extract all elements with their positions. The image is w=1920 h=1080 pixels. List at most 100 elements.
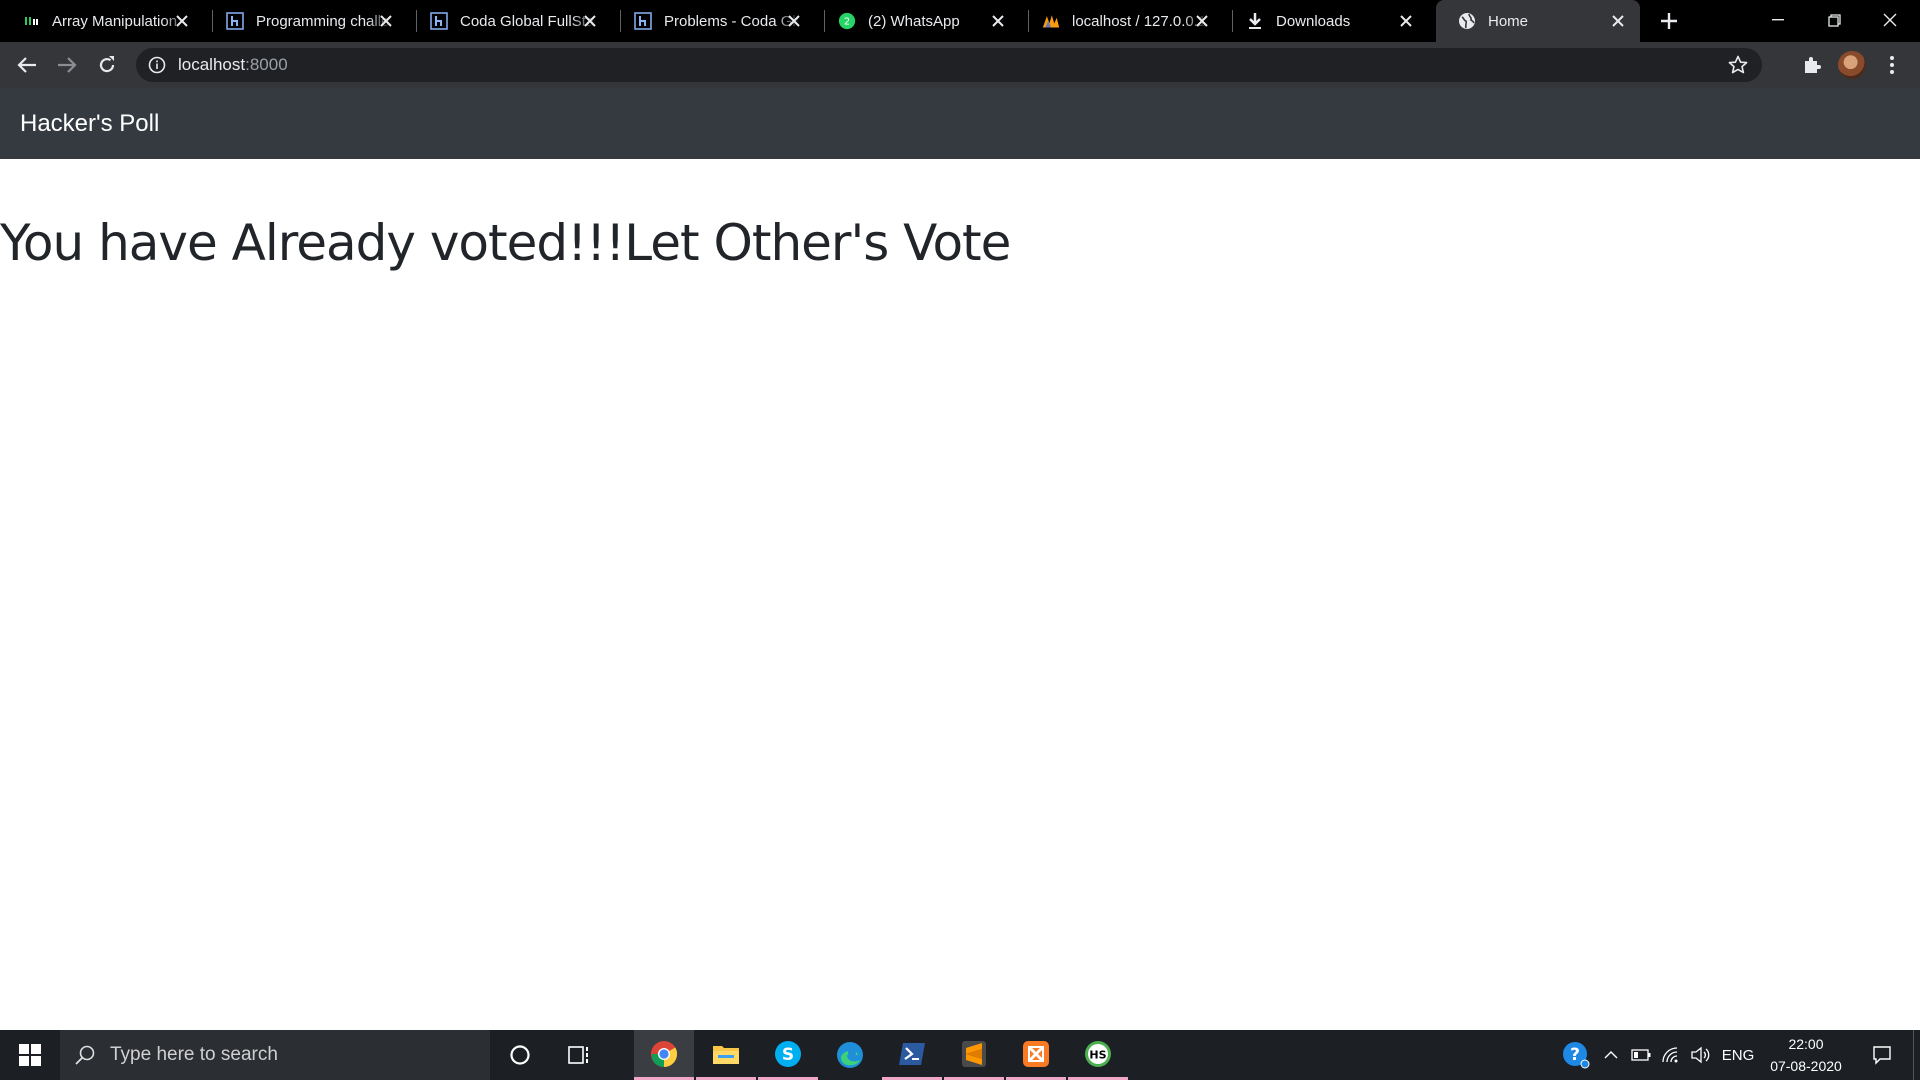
hackerearth-icon — [634, 12, 652, 30]
file-explorer-icon — [713, 1045, 739, 1064]
profile-avatar[interactable] — [1838, 51, 1866, 79]
cortana-button[interactable] — [490, 1030, 550, 1080]
minimize-icon — [1772, 19, 1784, 21]
tab-downloads[interactable]: Downloads — [1224, 0, 1428, 42]
tab-title: Array Manipulation — [52, 12, 178, 30]
whatsapp-icon: 2 — [838, 12, 856, 30]
help-tray-button[interactable]: ? — [1558, 1030, 1594, 1080]
close-icon[interactable] — [172, 11, 192, 31]
close-icon[interactable] — [1192, 11, 1212, 31]
close-icon[interactable] — [784, 11, 804, 31]
back-button[interactable] — [11, 49, 43, 81]
close-icon[interactable] — [580, 11, 600, 31]
battery-button[interactable] — [1628, 1030, 1654, 1080]
network-button[interactable] — [1658, 1030, 1684, 1080]
close-icon[interactable] — [988, 11, 1008, 31]
forward-button[interactable] — [51, 49, 83, 81]
hackerearth-icon — [430, 12, 448, 30]
taskbar-search-box[interactable]: Type here to search — [60, 1030, 490, 1080]
tab-title: Home — [1488, 12, 1529, 30]
bookmark-star-icon[interactable] — [1728, 55, 1748, 75]
svg-text:2: 2 — [844, 17, 850, 28]
hs-app-icon: HS — [1085, 1040, 1111, 1067]
reload-button[interactable] — [91, 49, 123, 81]
taskbar-chrome[interactable] — [634, 1030, 694, 1080]
restore-button[interactable] — [1806, 0, 1862, 40]
language-label: ENG — [1721, 1046, 1755, 1064]
close-icon[interactable] — [1396, 11, 1416, 31]
tab-programming-challenges[interactable]: Programming challenges — [204, 0, 408, 42]
wifi-icon — [1662, 1047, 1678, 1063]
chrome-icon — [651, 1040, 678, 1067]
tab-title: Downloads — [1276, 12, 1351, 30]
tab-phpmyadmin[interactable]: localhost / 127.0.0.1 — [1020, 0, 1224, 42]
clock-date: 07-08-2020 — [1770, 1058, 1842, 1074]
info-icon[interactable] — [148, 56, 166, 74]
minimize-button[interactable] — [1750, 0, 1806, 40]
powershell-icon — [899, 1042, 925, 1065]
tab-problems-coda-global[interactable]: Problems - Coda Global — [612, 0, 816, 42]
hackerrank-icon — [22, 12, 40, 30]
windows-logo-icon — [19, 1044, 41, 1066]
task-view-button[interactable] — [550, 1030, 610, 1080]
battery-icon — [1631, 1049, 1651, 1061]
plus-icon — [1661, 13, 1677, 29]
navbar-brand[interactable]: Hacker's Poll — [20, 88, 159, 159]
close-icon[interactable] — [1608, 11, 1628, 31]
cortana-icon — [510, 1045, 530, 1065]
tab-strip: Array Manipulation Programming challenge… — [0, 0, 1920, 42]
url-port: :8000 — [245, 55, 288, 74]
action-center-icon — [1873, 1046, 1891, 1065]
taskbar-skype[interactable]: S — [758, 1030, 818, 1080]
url-text[interactable]: localhost:8000 — [178, 48, 288, 82]
search-icon — [75, 1045, 95, 1065]
puzzle-icon — [1805, 57, 1821, 73]
tab-title: Programming challenges — [256, 12, 392, 30]
speaker-icon — [1691, 1046, 1710, 1064]
show-desktop-button[interactable] — [1913, 1030, 1920, 1080]
svg-text:?: ? — [1570, 1045, 1580, 1065]
site-navbar: Hacker's Poll — [0, 88, 1920, 159]
help-icon: ? — [1563, 1042, 1590, 1069]
taskbar-edge[interactable] — [820, 1030, 880, 1080]
taskbar-xampp[interactable] — [1006, 1030, 1066, 1080]
skype-icon: S — [775, 1040, 801, 1067]
reload-icon — [99, 56, 115, 73]
globe-icon — [1458, 12, 1476, 30]
volume-button[interactable] — [1688, 1030, 1714, 1080]
task-view-icon — [568, 1046, 588, 1064]
phpmyadmin-icon — [1042, 12, 1060, 30]
arrow-left-icon — [17, 57, 36, 73]
taskbar-sublime-text[interactable] — [944, 1030, 1004, 1080]
menu-button[interactable] — [1876, 49, 1908, 81]
edge-icon — [837, 1042, 863, 1068]
tab-title: localhost / 127.0.0.1 — [1072, 12, 1207, 30]
xampp-icon — [1023, 1040, 1049, 1067]
browser-toolbar: localhost:8000 — [0, 42, 1920, 88]
tab-array-manipulation[interactable]: Array Manipulation — [0, 0, 204, 42]
tab-whatsapp[interactable]: 2 (2) WhatsApp — [816, 0, 1020, 42]
extensions-button[interactable] — [1796, 49, 1828, 81]
taskbar-clock[interactable]: 22:00 07-08-2020 — [1760, 1030, 1852, 1080]
tab-title: Problems - Coda Global — [664, 12, 800, 30]
taskbar-hs-app[interactable]: HS — [1068, 1030, 1128, 1080]
close-icon[interactable] — [376, 11, 396, 31]
tab-home[interactable]: Home — [1436, 0, 1640, 42]
notifications-button[interactable] — [1862, 1030, 1902, 1080]
language-indicator[interactable]: ENG — [1716, 1030, 1760, 1080]
tab-title: Coda Global FullStack — [460, 12, 596, 30]
taskbar-powershell[interactable] — [882, 1030, 942, 1080]
start-button[interactable] — [0, 1030, 60, 1080]
windows-taskbar: Type here to search S HS ? ENG 22:00 07-… — [0, 1030, 1920, 1080]
restore-icon — [1827, 13, 1841, 27]
tab-title: (2) WhatsApp — [868, 12, 960, 30]
kebab-menu-icon — [1890, 56, 1894, 74]
taskbar-file-explorer[interactable] — [696, 1030, 756, 1080]
close-window-button[interactable] — [1862, 0, 1918, 40]
search-placeholder: Type here to search — [110, 1044, 278, 1065]
new-tab-button[interactable] — [1656, 8, 1682, 34]
tab-coda-global-fullstack[interactable]: Coda Global FullStack — [408, 0, 612, 42]
arrow-right-icon — [58, 57, 77, 73]
address-bar[interactable]: localhost:8000 — [136, 48, 1762, 82]
show-hidden-icons-button[interactable] — [1598, 1030, 1624, 1080]
